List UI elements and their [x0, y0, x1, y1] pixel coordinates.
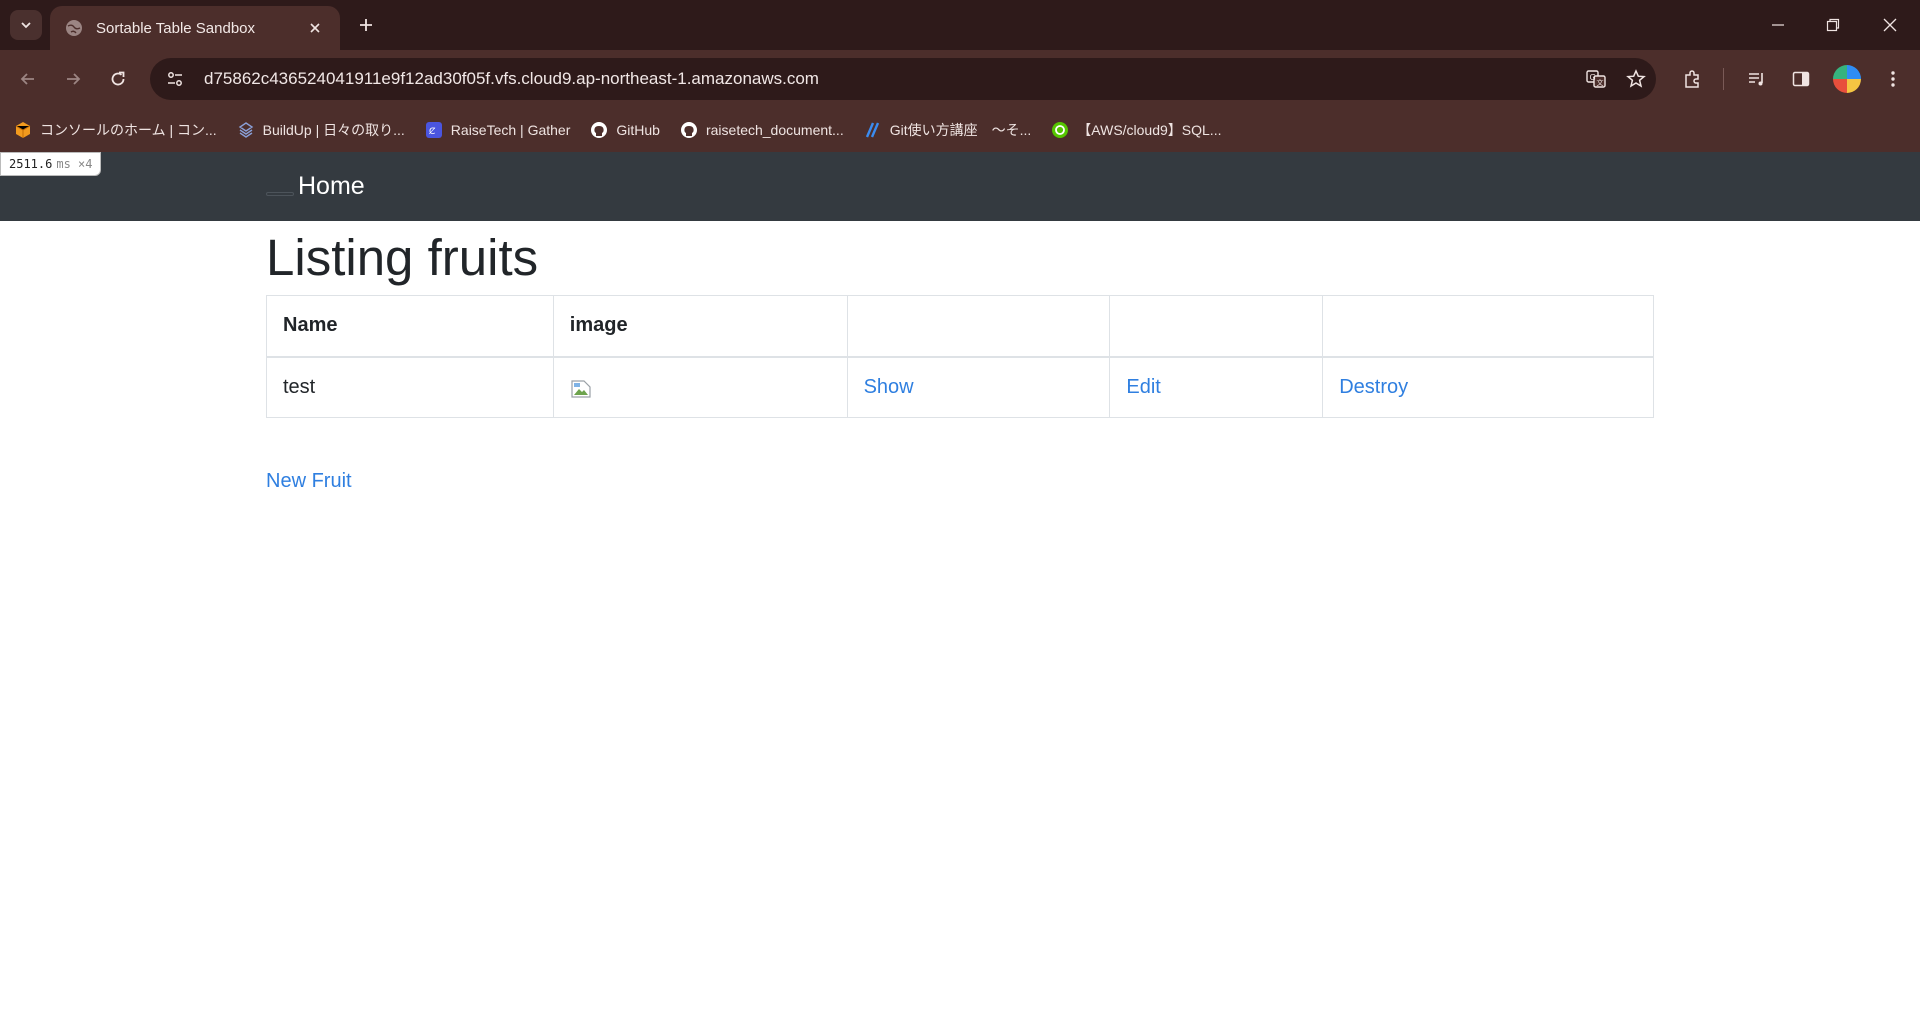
app-navbar: Home [0, 152, 1920, 221]
navbar-home-link[interactable]: Home [298, 172, 365, 201]
github-icon [590, 121, 608, 139]
side-panel-icon [1792, 71, 1810, 87]
bookmark-label: RaiseTech | Gather [450, 122, 571, 138]
github-icon [680, 121, 698, 139]
buildup-icon [237, 121, 255, 139]
fruit-image-cell [552, 356, 848, 418]
svg-text:Ȼ: Ȼ [429, 126, 436, 137]
reload-icon [111, 71, 125, 86]
bookmark-github[interactable]: GitHub [590, 121, 660, 139]
more-vertical-icon [1891, 71, 1895, 87]
new-tab-button[interactable] [352, 11, 380, 39]
fruits-table: Name image test Show Edit Destroy [266, 295, 1654, 418]
show-link[interactable]: Show [864, 376, 914, 398]
aws-cube-icon [14, 121, 32, 139]
plus-icon [360, 19, 372, 31]
bookmark-raisetech-gather[interactable]: Ȼ RaiseTech | Gather [425, 121, 571, 139]
git-course-icon [864, 121, 882, 139]
extensions-button[interactable] [1677, 64, 1707, 94]
minimize-icon [1772, 24, 1784, 26]
perf-unit: ms ×4 [56, 157, 93, 171]
svg-text:G: G [1590, 73, 1596, 82]
main-content: Listing fruits Name image test Show Edit… [266, 221, 1654, 493]
back-button[interactable] [13, 64, 43, 94]
perf-overlay: 2511.6 ms ×4 [0, 152, 102, 176]
column-header-image: image [552, 295, 848, 358]
toolbar-divider [1723, 68, 1724, 90]
media-control-button[interactable] [1742, 64, 1772, 94]
bookmark-label: GitHub [616, 122, 660, 138]
column-header-destroy [1322, 295, 1654, 358]
qiita-icon [1051, 121, 1069, 139]
bookmark-label: BuildUp | 日々の取り... [262, 122, 405, 138]
restore-button[interactable] [1813, 10, 1853, 40]
bookmark-label: raisetech_document... [705, 122, 844, 138]
side-panel-button[interactable] [1786, 64, 1816, 94]
broken-image-icon [571, 380, 591, 398]
edit-cell: Edit [1109, 356, 1324, 418]
globe-icon [66, 20, 82, 36]
browser-menu-button[interactable] [1878, 64, 1908, 94]
bookmark-label: Git使い方講座 ～そ... [889, 122, 1032, 138]
tab-title: Sortable Table Sandbox [96, 19, 256, 37]
destroy-cell: Destroy [1322, 356, 1654, 418]
gather-icon: Ȼ [425, 121, 443, 139]
column-header-name: Name [266, 295, 554, 358]
edit-link[interactable]: Edit [1126, 376, 1160, 398]
bookmark-buildup[interactable]: BuildUp | 日々の取り... [237, 120, 405, 140]
site-info-icon[interactable] [154, 58, 196, 100]
page-title: Listing fruits [266, 229, 539, 286]
bookmark-aws-console[interactable]: コンソールのホーム | コン... [14, 120, 217, 140]
close-icon [1883, 18, 1897, 32]
url-text[interactable]: d75862c436524041911e9f12ad30f05f.vfs.clo… [204, 69, 1576, 89]
destroy-link[interactable]: Destroy [1339, 376, 1408, 398]
svg-text:文: 文 [1597, 78, 1604, 87]
bookmark-label: コンソールのホーム | コン... [40, 122, 217, 138]
close-window-button[interactable] [1870, 10, 1910, 40]
puzzle-icon [1685, 70, 1699, 88]
bookmark-git-course[interactable]: Git使い方講座 ～そ... [864, 120, 1032, 140]
browser-tab[interactable]: Sortable Table Sandbox [50, 6, 340, 50]
bookmark-aws-cloud9-sql[interactable]: 【AWS/cloud9】SQL... [1051, 120, 1221, 140]
column-header-edit [1109, 295, 1324, 358]
translate-icon[interactable]: G文 [1576, 58, 1616, 100]
column-header-show [846, 295, 1111, 358]
table-row: test Show Edit Destroy [266, 356, 1654, 418]
restore-icon [1826, 18, 1840, 32]
bookmark-label: 【AWS/cloud9】SQL... [1077, 122, 1222, 138]
show-cell: Show [846, 356, 1111, 418]
browser-toolbar: d75862c436524041911e9f12ad30f05f.vfs.clo… [0, 50, 1920, 108]
forward-button[interactable] [58, 64, 88, 94]
reload-button[interactable] [103, 64, 133, 94]
fruit-name-cell: test [266, 356, 554, 418]
bookmark-star-icon[interactable] [1616, 58, 1656, 100]
table-header-row: Name image [266, 295, 1654, 358]
chevron-down-icon [21, 22, 31, 29]
bookmarks-bar: コンソールのホーム | コン... BuildUp | 日々の取り... Ȼ R… [0, 108, 1920, 152]
tab-close-icon[interactable] [304, 17, 326, 39]
tab-search-button[interactable] [10, 10, 42, 40]
arrow-left-icon [20, 73, 34, 85]
new-fruit-link[interactable]: New Fruit [266, 470, 352, 493]
arrow-right-icon [67, 73, 81, 85]
minimize-button[interactable] [1758, 10, 1798, 40]
address-bar[interactable]: d75862c436524041911e9f12ad30f05f.vfs.clo… [150, 58, 1656, 100]
music-queue-icon [1749, 73, 1763, 86]
profile-avatar[interactable] [1833, 65, 1861, 93]
perf-value: 2511.6 [9, 157, 53, 171]
navbar-toggler[interactable] [266, 192, 294, 196]
tab-strip: Sortable Table Sandbox [0, 0, 1920, 50]
bookmark-raisetech-document[interactable]: raisetech_document... [680, 121, 844, 139]
